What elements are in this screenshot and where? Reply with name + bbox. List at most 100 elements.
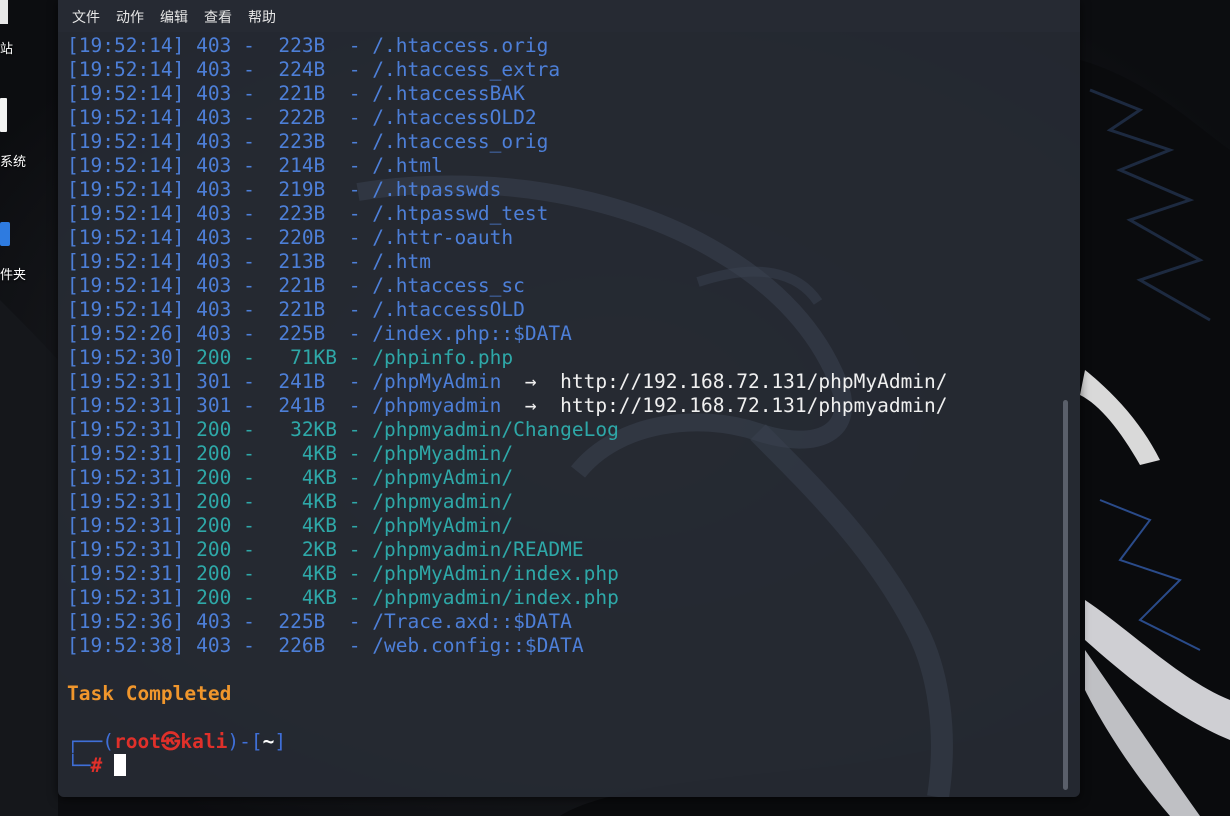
redirect-arrow: → [501,394,561,417]
timestamp: [19:52:36] [67,610,185,633]
terminal-line: [19:52:36] 403 - 225B - /Trace.axd::$DAT… [67,610,1057,634]
terminal-line: [19:52:14] 403 - 214B - /.html [67,154,1057,178]
response-size: 2KB - [266,538,373,561]
task-completed-line: Task Completed [67,682,1057,706]
response-size: 221B - [266,274,373,297]
timestamp: [19:52:26] [67,322,185,345]
response-size: 4KB - [266,514,373,537]
response-size: 225B - [266,322,373,345]
menu-view[interactable]: 查看 [204,7,232,27]
status-code: 403 - [184,34,267,57]
redirect-url: http://192.168.72.131/phpmyadmin/ [560,394,948,417]
status-code: 403 - [184,298,267,321]
timestamp: [19:52:14] [67,130,185,153]
terminal-line: [19:52:31] 200 - 4KB - /phpMyAdmin/index… [67,562,1057,586]
status-code: 200 - [184,562,267,585]
timestamp: [19:52:14] [67,34,185,57]
timestamp: [19:52:31] [67,466,185,489]
response-size: 241B - [266,394,373,417]
timestamp: [19:52:14] [67,106,185,129]
terminal-line: [19:52:14] 403 - 223B - /.htaccess.orig [67,34,1057,58]
request-path: /.htpasswds [372,178,502,201]
status-code: 403 - [184,634,267,657]
timestamp: [19:52:30] [67,346,185,369]
terminal-line: [19:52:14] 403 - 213B - /.htm [67,250,1057,274]
menu-edit[interactable]: 编辑 [160,7,188,27]
terminal-menubar: 文件 动作 编辑 查看 帮助 [58,0,1080,32]
prompt-line-top: ┌──(root㉿kali)-[~] [67,730,1057,754]
trash-icon[interactable] [0,0,10,30]
status-code: 403 - [184,202,267,225]
timestamp: [19:52:14] [67,178,185,201]
status-code: 301 - [184,370,267,393]
response-size: 226B - [266,634,373,657]
request-path: /web.config::$DATA [372,634,584,657]
terminal-window[interactable]: 文件 动作 编辑 查看 帮助 [19:52:14] 403 - 223B - /… [58,0,1080,797]
terminal-line: [19:52:31] 200 - 4KB - /phpMyAdmin/ [67,514,1057,538]
status-code: 200 - [184,346,267,369]
timestamp: [19:52:31] [67,442,185,465]
terminal-line: [19:52:14] 403 - 224B - /.htaccess_extra [67,58,1057,82]
request-path: /.htaccess_extra [372,58,561,81]
desktop-label-trash[interactable]: 站 [0,38,13,57]
file-system-icon[interactable] [0,98,10,138]
timestamp: [19:52:38] [67,634,185,657]
prompt-line-input[interactable]: └─# [67,754,1057,778]
timestamp: [19:52:31] [67,586,185,609]
terminal-line: [19:52:31] 301 - 241B - /phpmyadmin → ht… [67,394,1057,418]
request-path: /phpmyadmin [372,394,502,417]
status-code: 200 - [184,586,267,609]
status-code: 403 - [184,226,267,249]
folder-icon[interactable] [0,220,12,252]
status-code: 200 - [184,466,267,489]
status-code: 200 - [184,490,267,513]
prompt-hash: # [90,754,103,777]
request-path: /.htaccess_orig [372,130,549,153]
request-path: /phpMyadmin/ [372,442,514,465]
terminal-output[interactable]: [19:52:14] 403 - 223B - /.htaccess.orig[… [67,34,1057,778]
desktop-label-folder[interactable]: 件夹 [0,264,26,283]
terminal-line: [19:52:31] 200 - 4KB - /phpmyAdmin/ [67,466,1057,490]
response-size: 71KB - [266,346,373,369]
terminal-line: [19:52:14] 403 - 223B - /.htpasswd_test [67,202,1057,226]
menu-action[interactable]: 动作 [116,7,144,27]
response-size: 4KB - [266,586,373,609]
status-code: 403 - [184,178,267,201]
status-code: 403 - [184,250,267,273]
timestamp: [19:52:14] [67,274,185,297]
timestamp: [19:52:14] [67,202,185,225]
request-path: /index.php::$DATA [372,322,572,345]
status-code: 403 - [184,322,267,345]
terminal-line: [19:52:14] 403 - 220B - /.httr-oauth [67,226,1057,250]
terminal-line: [19:52:31] 200 - 2KB - /phpmyadmin/READM… [67,538,1057,562]
terminal-line: [19:52:26] 403 - 225B - /index.php::$DAT… [67,322,1057,346]
request-path: /phpmyadmin/ [372,490,514,513]
prompt-directory: ~ [262,730,275,753]
response-size: 4KB - [266,442,373,465]
request-path: /.html [372,154,443,177]
request-path: /phpmyAdmin/ [372,466,514,489]
response-size: 223B - [266,130,373,153]
response-size: 32KB - [266,418,373,441]
response-size: 221B - [266,82,373,105]
response-size: 4KB - [266,562,373,585]
status-code: 301 - [184,394,267,417]
request-path: /.htaccess.orig [372,34,549,57]
timestamp: [19:52:31] [67,490,185,513]
response-size: 214B - [266,154,373,177]
response-size: 4KB - [266,490,373,513]
status-code: 200 - [184,514,267,537]
desktop-label-filesystem[interactable]: 系统 [0,151,26,170]
terminal-line: [19:52:14] 403 - 221B - /.htaccessOLD [67,298,1057,322]
response-size: 4KB - [266,466,373,489]
terminal-line: [19:52:31] 200 - 4KB - /phpmyadmin/index… [67,586,1057,610]
terminal-line: [19:52:31] 200 - 4KB - /phpmyadmin/ [67,490,1057,514]
terminal-scrollbar[interactable] [1063,400,1068,790]
timestamp: [19:52:31] [67,418,185,441]
request-path: /phpmyadmin/README [372,538,584,561]
timestamp: [19:52:14] [67,58,185,81]
response-size: 241B - [266,370,373,393]
menu-file[interactable]: 文件 [72,7,100,27]
menu-help[interactable]: 帮助 [248,7,276,27]
